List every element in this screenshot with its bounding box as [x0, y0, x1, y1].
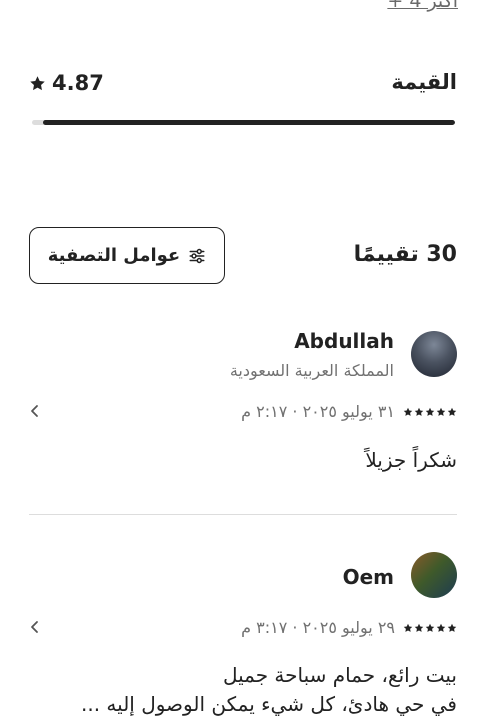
show-more-link[interactable]: + 4 أكثر [387, 0, 458, 12]
star-icon [436, 623, 446, 632]
star-icon [403, 407, 413, 416]
review-stars [403, 623, 457, 633]
chevron-left-icon[interactable] [30, 404, 40, 418]
review-text-line: شكراً جزيلاً [365, 448, 457, 472]
star-icon [425, 407, 435, 416]
review-date: ٢٩ يوليو ٢٠٢٥ · ٣:١٧ م [241, 618, 395, 637]
reviews-count-heading: 30 تقييمًا [353, 242, 457, 267]
review-divider [29, 514, 457, 515]
value-rating-bar-fill [43, 120, 455, 125]
value-rating-bar [32, 120, 455, 125]
filters-button[interactable]: عوامل التصفية [29, 227, 225, 284]
review-text: شكراً جزيلاً [365, 446, 457, 475]
star-icon [30, 75, 45, 90]
reviewer-location: المملكة العربية السعودية [229, 361, 394, 380]
star-icon [447, 623, 457, 632]
reviewer-name: Abdullah [294, 329, 394, 353]
review-text-line: في حي هادئ، كل شيء يمكن الوصول إليه ... [81, 692, 457, 716]
review-text[interactable]: بيت رائع، حمام سباحة جميل في حي هادئ، كل… [81, 661, 457, 719]
value-score: 4.87 [29, 71, 104, 95]
reviewer-name: Oem [342, 565, 394, 589]
review-meta: ٣١ يوليو ٢٠٢٥ · ٢:١٧ م [241, 402, 457, 421]
review-stars [403, 407, 457, 417]
reviewer-avatar[interactable] [411, 331, 457, 377]
star-icon [436, 407, 446, 416]
star-icon [447, 407, 457, 416]
star-icon [425, 623, 435, 632]
chevron-left-icon[interactable] [30, 620, 40, 634]
review-meta: ٢٩ يوليو ٢٠٢٥ · ٣:١٧ م [241, 618, 457, 637]
reviewer-avatar[interactable] [411, 552, 457, 598]
filters-button-label: عوامل التصفية [47, 245, 181, 266]
review-date: ٣١ يوليو ٢٠٢٥ · ٢:١٧ م [241, 402, 395, 421]
sliders-icon [189, 248, 205, 263]
star-icon [414, 623, 424, 632]
review-text-line: بيت رائع، حمام سباحة جميل [222, 663, 457, 687]
star-icon [414, 407, 424, 416]
value-category-label: القيمة [391, 70, 457, 94]
value-score-number: 4.87 [52, 71, 104, 95]
star-icon [403, 623, 413, 632]
